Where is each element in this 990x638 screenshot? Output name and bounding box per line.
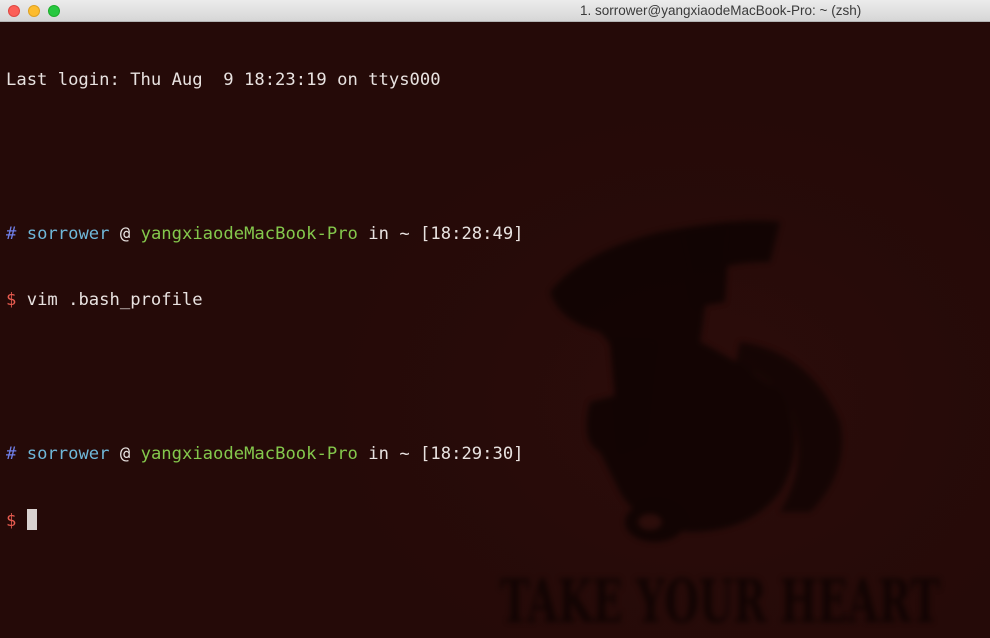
terminal-window: 1. sorrower@yangxiaodeMacBook-Pro: ~ (zs… xyxy=(0,0,990,638)
zoom-button[interactable] xyxy=(48,5,60,17)
command-line-2[interactable]: $ xyxy=(6,509,524,531)
minimize-button[interactable] xyxy=(28,5,40,17)
prompt-at: @ xyxy=(119,444,131,464)
prompt-host: yangxiaodeMacBook-Pro xyxy=(140,444,358,464)
command-text: vim .bash_profile xyxy=(26,290,203,310)
window-title: 1. sorrower@yangxiaodeMacBook-Pro: ~ (zs… xyxy=(580,3,862,18)
prompt-dollar: $ xyxy=(6,511,17,531)
prompt-at: @ xyxy=(119,224,131,244)
text-cursor xyxy=(26,509,37,530)
prompt-header-2: # sorrower @ yangxiaodeMacBook-Pro in ~ … xyxy=(6,443,524,465)
prompt-user: sorrower xyxy=(26,224,110,244)
prompt-dir: ~ xyxy=(399,444,410,464)
prompt-time: [18:28:49] xyxy=(420,224,524,244)
close-button[interactable] xyxy=(8,5,20,17)
title-bar[interactable]: 1. sorrower@yangxiaodeMacBook-Pro: ~ (zs… xyxy=(0,0,990,22)
prompt-host: yangxiaodeMacBook-Pro xyxy=(140,224,358,244)
prompt-in: in xyxy=(368,224,389,244)
last-login-line: Last login: Thu Aug 9 18:23:19 on ttys00… xyxy=(6,70,441,90)
terminal-output: Last login: Thu Aug 9 18:23:19 on ttys00… xyxy=(6,25,524,575)
wallpaper-logo: TAKE YOUR HEART xyxy=(500,220,940,637)
wallpaper-text: TAKE YOUR HEART xyxy=(500,567,940,637)
prompt-dir: ~ xyxy=(399,224,410,244)
prompt-hash: # xyxy=(6,444,17,464)
prompt-hash: # xyxy=(6,224,17,244)
prompt-user: sorrower xyxy=(26,444,110,464)
terminal-area[interactable]: TAKE YOUR HEART Last login: Thu Aug 9 18… xyxy=(0,22,990,638)
prompt-header-1: # sorrower @ yangxiaodeMacBook-Pro in ~ … xyxy=(6,223,524,245)
prompt-in: in xyxy=(368,444,389,464)
command-line-1: $ vim .bash_profile xyxy=(6,289,524,311)
prompt-time: [18:29:30] xyxy=(420,444,524,464)
prompt-dollar: $ xyxy=(6,290,17,310)
